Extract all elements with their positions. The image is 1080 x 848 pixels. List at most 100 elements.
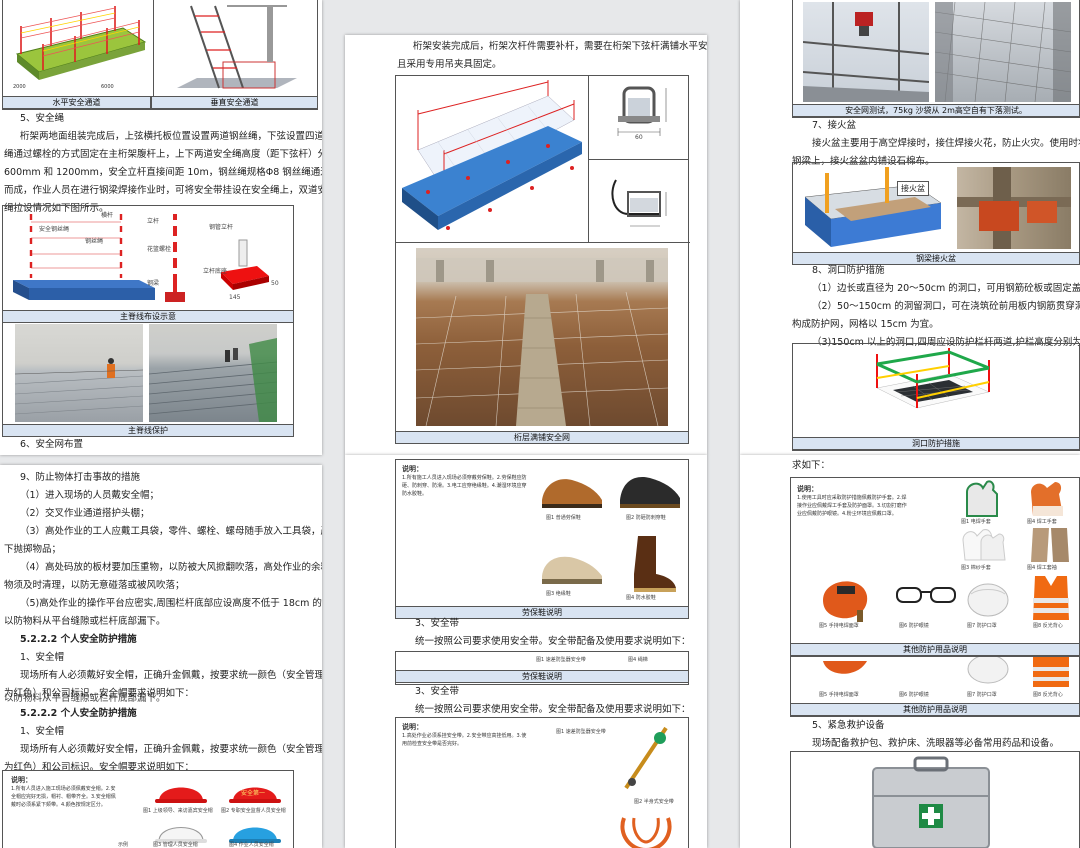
- svg-text:6000: 6000: [101, 84, 114, 90]
- list-item: （5)高处作业的操作平台应密实,周围栏杆底部应设高度不低于 18cm 的挡脚板，: [20, 598, 322, 609]
- helmet-logo: 安全第一: [241, 789, 265, 797]
- diagram-label: 横杆: [101, 212, 114, 219]
- footer-text: 示例: [118, 842, 129, 848]
- paragraph-line: 桁架两地面组装完成后，上弦横托板位置设置两道钢丝绳，下弦设置四道安全钢丝: [20, 131, 322, 142]
- image-caption: 图7 防护口罩: [967, 692, 997, 698]
- image-caption: 图1 速差防坠器安全带: [556, 729, 606, 735]
- figure-caption: 桁层满铺安全网: [395, 431, 689, 444]
- paragraph-line: 且采用专用吊夹具固定。: [397, 59, 502, 70]
- image-caption: 图2 专职安全监督人员安全帽: [221, 808, 286, 814]
- net-site-photo: [416, 248, 668, 426]
- figure-caption: 水平安全通道: [2, 96, 151, 109]
- image-caption: 图1 普通劳保鞋: [546, 515, 581, 521]
- doc-page-3: 安全网测试，75kg 沙袋从 2m高空自有下落测试。 7、接火盆 接火盆主要用于…: [740, 0, 1080, 455]
- paragraph-line: （2）50～150cm 的洞留洞口，可在浇筑砼前用板内钢筋贯穿洞径，不剪断网筋，: [812, 301, 1080, 312]
- figure-frame: 横杆 安全钢丝绳 钢丝绳 立杆 花篮螺栓 钢梁 立杆底座 钢管立杆 145 50…: [2, 205, 294, 437]
- list-item: 下抛掷物品；: [4, 544, 62, 555]
- section-heading: 3、安全带: [415, 618, 460, 629]
- paragraph-line: 构成防护网，网格以 15cm 为宜。: [792, 319, 939, 330]
- paragraph-line: 600mm 和 1200mm，安全立杆直接间距 10m，钢丝绳规格Φ8 钢丝绳通…: [4, 167, 322, 178]
- figure-frame: 图5 手持电焊面罩 图6 防护眼镜 图7 防护口罩 图8 反光背心 其他防护用品…: [790, 657, 1080, 717]
- figure-frame: 安全网测试，75kg 沙袋从 2m高空自有下落测试。: [792, 0, 1080, 118]
- safety-shoe-icon: [620, 476, 680, 508]
- doc-page-4: 9、防止物体打击事故的措施 （1）进入现场的人员戴安全帽； （2）交叉作业通道搭…: [0, 465, 322, 848]
- image-caption: 图1 上级领导、来访嘉宾安全帽: [143, 808, 213, 814]
- fire-basin-diagram: [804, 167, 942, 247]
- figure-frame: 接火盆 钢梁接火盆: [792, 162, 1080, 265]
- image-caption: 图6 防护眼镜: [899, 692, 929, 698]
- list-item: （3）高处作业的工人应戴工具袋，零件、螺栓、螺母随手放入工具袋，严禁向: [20, 526, 322, 537]
- diagram-label: 立杆: [147, 218, 160, 225]
- dust-mask-icon: [967, 657, 1009, 684]
- figure-frame: 2000 6000: [2, 0, 318, 110]
- figure-frame: 说明： 1.所有人员进入施工现场必须佩戴安全帽。2.安全帽应完好无损，帽衬、帽带…: [2, 770, 294, 848]
- figure-caption: 劳保鞋说明: [395, 670, 689, 683]
- figure-frame: 60 桁层满铺安全网: [395, 75, 690, 444]
- doc-page-5: 说明： 1.所有施工人员进入现场必须穿戴劳保鞋。2.劳保鞋应防砸、防刺穿、防滑。…: [345, 455, 707, 848]
- clamp-detail-diagram: [617, 86, 667, 136]
- figure-caption: 其他防护用品说明: [790, 703, 1080, 716]
- paragraph-line: 接火盆主要用于高空焊接时，接住焊接火花，防止火灾。使用时将顶部扁钢挂在: [812, 138, 1080, 149]
- list-item: （2）交叉作业通道搭护头棚；: [20, 508, 150, 519]
- diagram-label: 钢梁: [147, 280, 160, 287]
- list-item: 物须及时清理，以防无意碰落或被风吹落；: [4, 580, 185, 591]
- dust-mask-icon: [967, 583, 1009, 617]
- welding-mask-icon: [823, 581, 868, 622]
- fire-basin-photo: [957, 167, 1071, 249]
- section-heading: 7、接火盆: [812, 120, 857, 131]
- list-item: （4）高处码放的板材要加压重物，以防被大风掀翻吹落，高处作业的余料、废: [20, 562, 322, 573]
- divider: [396, 242, 690, 243]
- red-helmet-icon: 安全第一: [229, 787, 281, 803]
- welding-sleeve-icon: [1031, 528, 1069, 562]
- figure-frame: 说明： 1.高处作业必须系挂安全带。2.安全带应高挂低用。3.使用前检查安全带是…: [395, 717, 689, 848]
- divider: [153, 0, 154, 96]
- paragraph-line: 桁架安装完成后，桁架次杆件需要补杆，需要在桁架下弦杆满铺水平安全网，并: [413, 41, 707, 52]
- subsection-heading: 5.2.2.2 个人安全防护措施: [20, 708, 137, 719]
- list-item: （1）进入现场的人员戴安全帽；: [20, 490, 160, 501]
- image-caption: 图8 反光背心: [1033, 692, 1063, 698]
- section-heading: 5、安全绳: [20, 113, 65, 124]
- figure-caption: 主脊线布设示意: [2, 310, 294, 323]
- safety-rope-diagram: [13, 214, 155, 300]
- paragraph-line: （1）边长或直径为 20～50cm 的洞口，可用钢筋砼板或固定盖板防护。: [812, 283, 1080, 294]
- image-caption: 图8 反光背心: [1033, 623, 1063, 629]
- image-caption: 图4 焊工手套: [1027, 519, 1057, 525]
- reflective-vest-icon: [1033, 657, 1069, 687]
- image-caption: 图5 手持电焊面罩: [819, 692, 859, 698]
- diagram-label: 钢丝绳: [85, 238, 104, 245]
- image-caption: 图2 防砸防刺穿鞋: [626, 515, 666, 521]
- net-test-photo: [803, 2, 929, 102]
- section-heading: 5、紧急救护设备: [812, 720, 885, 731]
- paragraph-line: 现场所有人必须戴好安全帽，正确升金佩戴，按要求统一颜色（安全管理人员: [20, 670, 322, 681]
- reflective-vest-icon: [1033, 576, 1069, 620]
- figure-frame: 说明： 1.使用工具时应采取防护措施佩戴防护手套。2.焊接作业应佩戴焊工手套及防…: [790, 477, 1080, 657]
- roof-photo: [15, 324, 143, 422]
- image-caption: 图4 作业人员安全帽: [229, 842, 274, 848]
- first-aid-kit-icon: [872, 756, 990, 848]
- figure-frame: [790, 751, 1080, 848]
- image-caption: 图6 防护眼镜: [899, 623, 929, 629]
- harness-icon: [620, 817, 672, 848]
- dimension-label: 50: [271, 280, 279, 287]
- paragraph-line: 现场所有人必须戴好安全帽，正确升金佩戴，按要求统一颜色（安全管理人员: [20, 744, 322, 755]
- image-caption: 图3 管理人员安全帽: [153, 842, 198, 848]
- rain-boot-icon: [634, 536, 676, 592]
- safety-net-diagram: [402, 80, 582, 230]
- paragraph-line: 求如下：: [792, 460, 831, 471]
- section-heading: 9、防止物体打击事故的措施: [20, 472, 141, 483]
- image-caption: 图1 电焊手套: [961, 519, 991, 525]
- insulated-shoe-icon: [542, 556, 602, 584]
- dimension-label: 60: [635, 134, 643, 141]
- divider: [588, 159, 688, 160]
- image-caption: 图7 防护口罩: [967, 623, 997, 629]
- image-caption: 图2 半身式安全带: [634, 799, 674, 805]
- net-test-photo: [935, 2, 1071, 102]
- section-heading: 3、安全带: [415, 686, 460, 697]
- figure-caption: 安全网测试，75kg 沙袋从 2m高空自有下落测试。: [792, 104, 1080, 117]
- welding-mask-icon: [823, 661, 867, 674]
- ppe-notes: 说明： 1.使用工具时应采取防护措施佩戴防护手套。2.焊接作业应佩戴焊工手套及防…: [797, 485, 907, 517]
- svg-text:2000: 2000: [13, 84, 26, 90]
- paragraph-line: 绳通过螺栓的方式固定在主桁架腹杆上，上下两道安全绳高度（距下弦杆）分别为: [4, 149, 322, 160]
- welding-glove-icon: [966, 480, 998, 517]
- red-helmet-icon: [155, 787, 207, 803]
